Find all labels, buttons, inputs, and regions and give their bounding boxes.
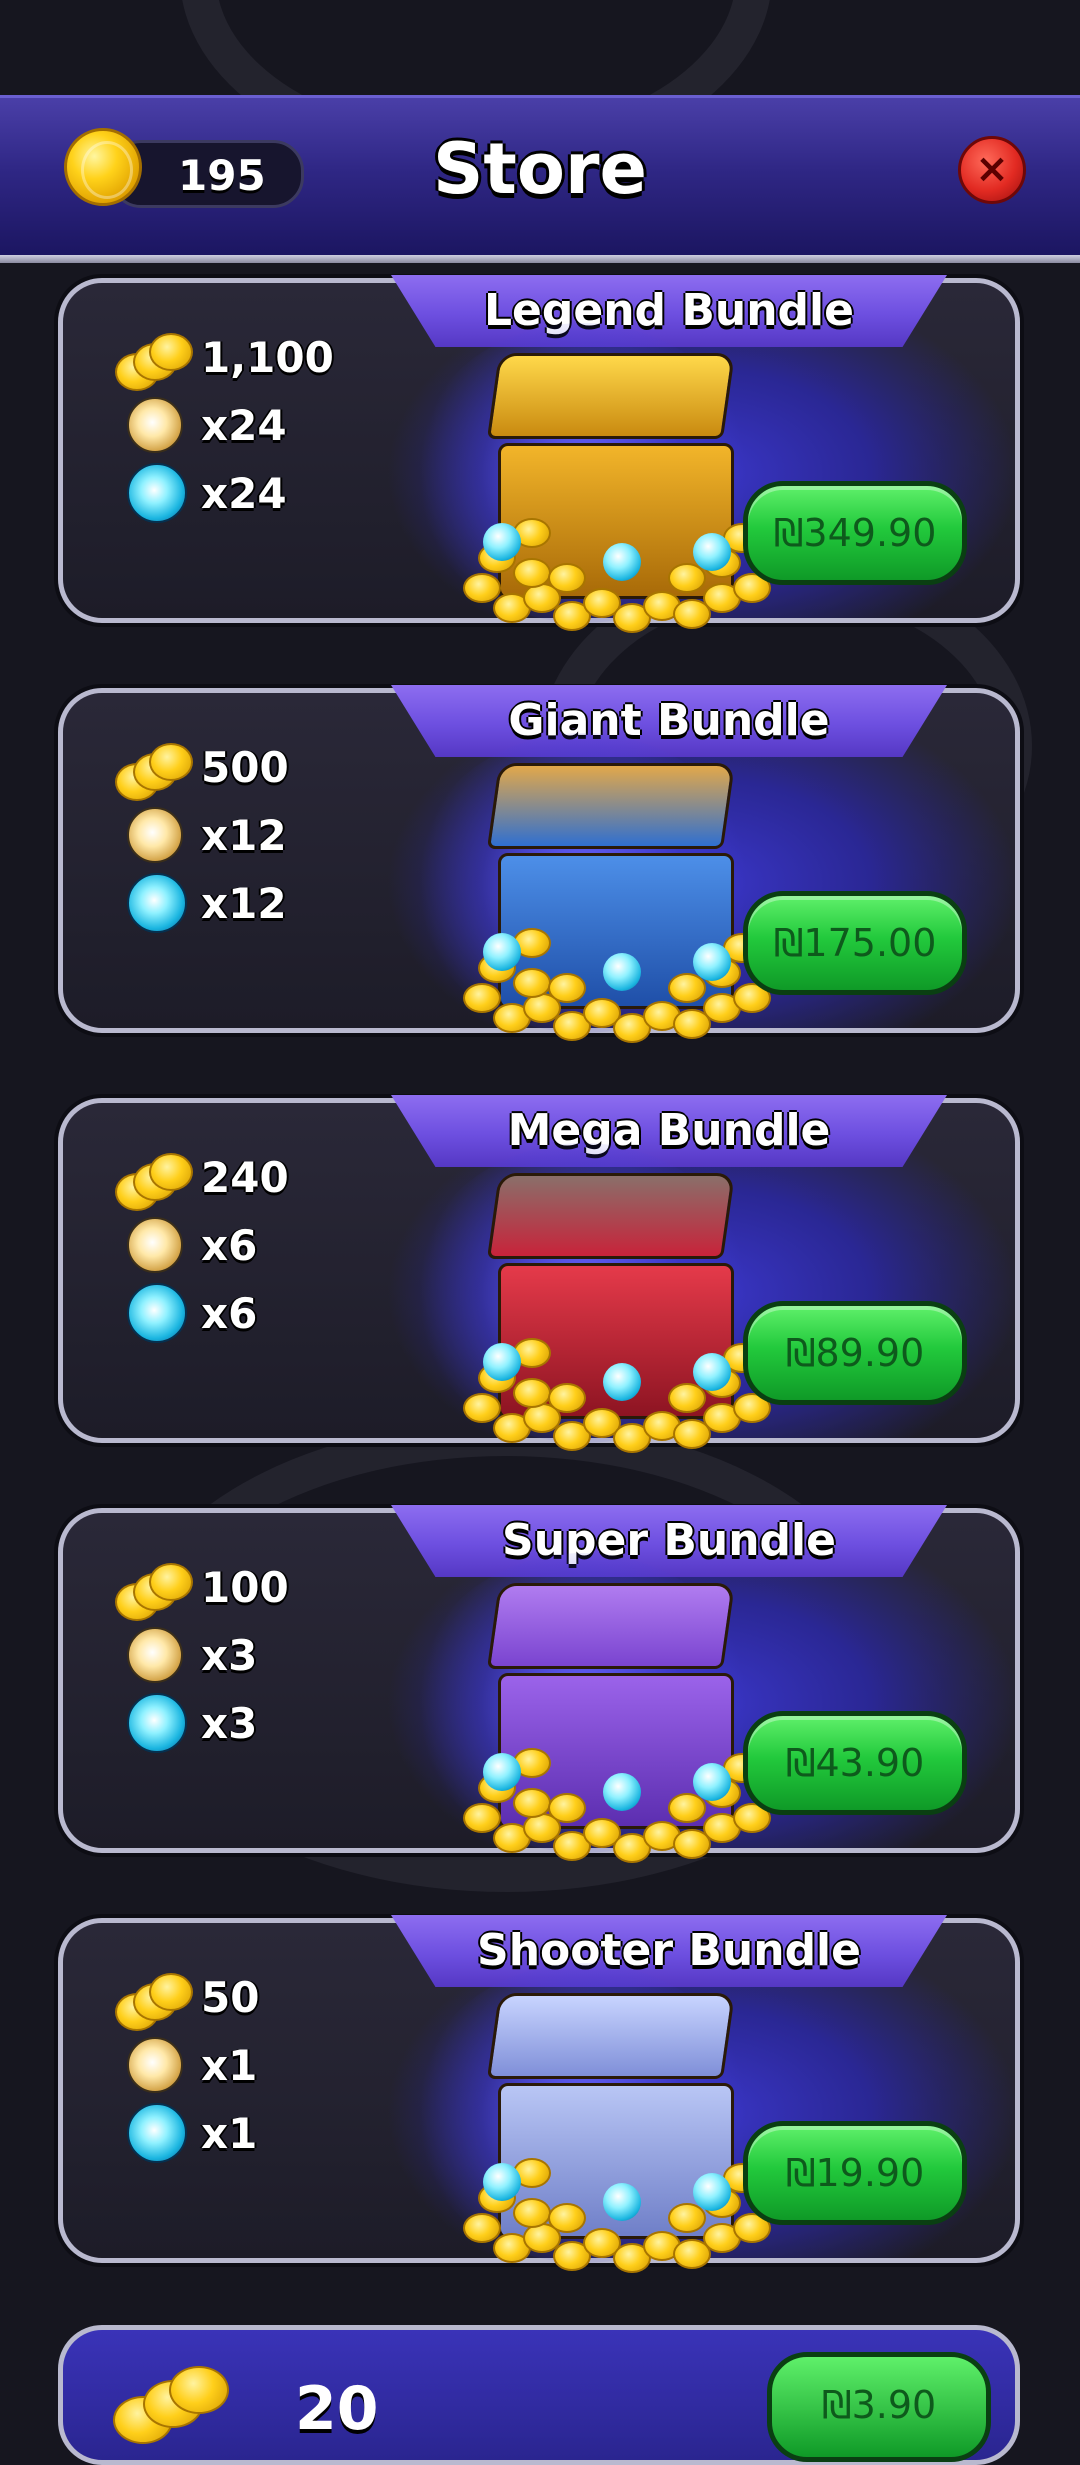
coin-icon [115,1149,193,1211]
bundle-title: Legend Bundle [484,285,854,336]
buy-button[interactable]: ₪175.00 [743,891,967,995]
bundle-card[interactable]: Giant Bundle 500 x12 x12 ₪175.00 [58,685,1020,1043]
blue-orb-icon [127,463,187,523]
reward-coins-amount: 240 [201,1153,289,1202]
bundle-title: Shooter Bundle [477,1925,861,1976]
bundle-card[interactable]: Super Bundle 100 x3 x3 ₪43.90 [58,1505,1020,1863]
partial-bundle-coins: 20 [295,2374,379,2444]
coin-icon [115,1969,193,2031]
page-title: Store [433,128,647,210]
reward-blue-orbs-amount: x24 [201,469,287,518]
treasure-chest-icon [413,1553,783,1863]
reward-sun-orbs-amount: x24 [201,401,287,450]
coin-icon [115,329,193,391]
bundle-title: Super Bundle [502,1515,836,1566]
bundle-title: Giant Bundle [508,695,830,746]
sun-orb-icon [127,807,183,863]
bundle-card-partial[interactable]: 20 ₪3.90 [58,2325,1020,2465]
bundle-title: Mega Bundle [507,1105,831,1156]
reward-coins-amount: 1,100 [201,333,334,382]
buy-button[interactable]: ₪349.90 [743,481,967,585]
reward-sun-orbs-amount: x3 [201,1631,258,1680]
reward-blue-orbs-amount: x3 [201,1699,258,1748]
coin-icon [115,1559,193,1621]
coin-icon [115,739,193,801]
reward-blue-orbs-amount: x6 [201,1289,258,1338]
treasure-chest-icon [413,733,783,1043]
reward-coins-amount: 50 [201,1973,260,2022]
coin-icon [113,2360,229,2450]
treasure-chest-icon [413,1963,783,2273]
reward-sun-orbs-amount: x6 [201,1221,258,1270]
close-icon: × [975,146,1009,192]
bundle-price: ₪349.90 [773,511,937,555]
reward-sun-orbs-amount: x12 [201,811,287,860]
buy-button[interactable]: ₪19.90 [743,2121,967,2225]
reward-blue-orbs-amount: x1 [201,2109,258,2158]
treasure-chest-icon [413,323,783,633]
treasure-chest-icon [413,1143,783,1453]
sun-orb-icon [127,1217,183,1273]
blue-orb-icon [127,2103,187,2163]
sun-orb-icon [127,2037,183,2093]
blue-orb-icon [127,873,187,933]
bundle-card[interactable]: Legend Bundle 1,100 x24 x24 ₪349.90 [58,275,1020,633]
bundle-price: ₪175.00 [773,921,937,965]
bundle-price: ₪89.90 [785,1331,925,1375]
bundle-price: ₪19.90 [785,2151,925,2195]
buy-button[interactable]: ₪43.90 [743,1711,967,1815]
bundle-price: ₪43.90 [785,1741,925,1785]
partial-bundle-price: ₪3.90 [821,2383,937,2427]
blue-orb-icon [127,1283,187,1343]
header-divider [0,255,1080,263]
close-button[interactable]: × [958,136,1026,204]
sun-orb-icon [127,397,183,453]
reward-blue-orbs-amount: x12 [201,879,287,928]
bundle-card[interactable]: Shooter Bundle 50 x1 x1 ₪19.90 [58,1915,1020,2273]
sun-orb-icon [127,1627,183,1683]
blue-orb-icon [127,1693,187,1753]
bundle-card[interactable]: Mega Bundle 240 x6 x6 ₪89.90 [58,1095,1020,1453]
reward-coins-amount: 100 [201,1563,289,1612]
reward-coins-amount: 500 [201,743,289,792]
reward-sun-orbs-amount: x1 [201,2041,258,2090]
buy-button[interactable]: ₪89.90 [743,1301,967,1405]
partial-bundle-price-button[interactable]: ₪3.90 [767,2352,991,2462]
